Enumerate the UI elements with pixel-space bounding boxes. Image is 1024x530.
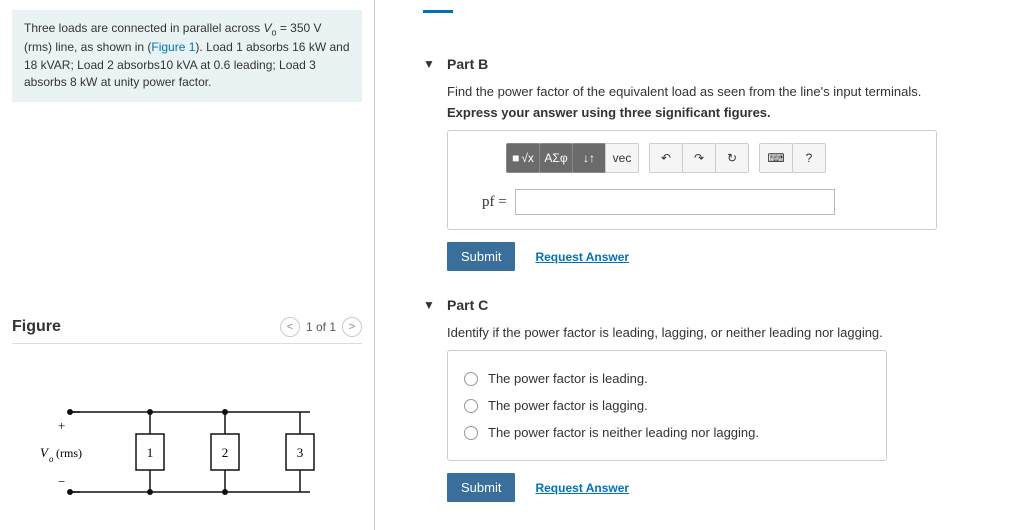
reset-button[interactable]: ↻ bbox=[715, 143, 749, 173]
caret-down-icon: ▼ bbox=[423, 57, 435, 71]
svg-text:+: + bbox=[58, 418, 65, 433]
part-b-title: Part B bbox=[447, 56, 488, 72]
part-c-prompt: Identify if the power factor is leading,… bbox=[447, 325, 1004, 340]
equation-toolbar: ■√x ΑΣφ ↓↑ vec ↶ ↷ ↻ ⌨ ? bbox=[506, 143, 924, 173]
svg-text:o: o bbox=[49, 454, 54, 464]
figure-title: Figure bbox=[12, 318, 61, 336]
figure-header: Figure < 1 of 1 > bbox=[12, 317, 362, 344]
option-neither[interactable]: The power factor is neither leading nor … bbox=[464, 419, 870, 446]
part-b-body: Find the power factor of the equivalent … bbox=[447, 84, 1004, 271]
right-panel: ▼ Part B Find the power factor of the eq… bbox=[375, 0, 1024, 530]
figure-prev-button[interactable]: < bbox=[280, 317, 300, 337]
greek-button[interactable]: ΑΣφ bbox=[539, 143, 573, 173]
part-b-submit-button[interactable]: Submit bbox=[447, 242, 515, 271]
part-c-request-answer-link[interactable]: Request Answer bbox=[535, 481, 629, 495]
part-b-answer-box: ■√x ΑΣφ ↓↑ vec ↶ ↷ ↻ ⌨ ? pf = bbox=[447, 130, 937, 230]
circuit-svg: 1 2 3 + − V o (rms) bbox=[40, 392, 330, 512]
svg-text:3: 3 bbox=[297, 445, 304, 460]
left-panel: Three loads are connected in parallel ac… bbox=[0, 0, 375, 530]
vec-button[interactable]: vec bbox=[605, 143, 639, 173]
part-c-header[interactable]: ▼ Part C bbox=[423, 297, 1004, 313]
templates-button[interactable]: ■√x bbox=[506, 143, 540, 173]
radio-icon[interactable] bbox=[464, 426, 478, 440]
part-b-request-answer-link[interactable]: Request Answer bbox=[535, 250, 629, 264]
pf-input[interactable] bbox=[515, 189, 835, 215]
option-lagging[interactable]: The power factor is lagging. bbox=[464, 392, 870, 419]
part-c-title: Part C bbox=[447, 297, 488, 313]
keyboard-button[interactable]: ⌨ bbox=[759, 143, 793, 173]
svg-text:1: 1 bbox=[147, 445, 154, 460]
svg-text:2: 2 bbox=[222, 445, 229, 460]
problem-statement: Three loads are connected in parallel ac… bbox=[12, 10, 362, 102]
svg-text:−: − bbox=[58, 474, 65, 489]
part-c-body: Identify if the power factor is leading,… bbox=[447, 325, 1004, 502]
figure-next-button[interactable]: > bbox=[342, 317, 362, 337]
redo-button[interactable]: ↷ bbox=[682, 143, 716, 173]
help-button[interactable]: ? bbox=[792, 143, 826, 173]
circuit-diagram: 1 2 3 + − V o (rms) bbox=[40, 392, 362, 515]
part-b-prompt1: Find the power factor of the equivalent … bbox=[447, 84, 1004, 99]
option-label: The power factor is neither leading nor … bbox=[488, 425, 759, 440]
part-c-options-box: The power factor is leading. The power f… bbox=[447, 350, 887, 461]
option-label: The power factor is lagging. bbox=[488, 398, 648, 413]
undo-button[interactable]: ↶ bbox=[649, 143, 683, 173]
answer-label: pf = bbox=[482, 194, 507, 211]
option-label: The power factor is leading. bbox=[488, 371, 648, 386]
part-c-submit-button[interactable]: Submit bbox=[447, 473, 515, 502]
part-b-prompt2: Express your answer using three signific… bbox=[447, 105, 1004, 120]
option-leading[interactable]: The power factor is leading. bbox=[464, 365, 870, 392]
section-marker bbox=[423, 10, 1004, 38]
part-b-header[interactable]: ▼ Part B bbox=[423, 56, 1004, 72]
figure-nav: < 1 of 1 > bbox=[280, 317, 362, 337]
svg-text:(rms): (rms) bbox=[56, 446, 82, 460]
caret-down-icon: ▼ bbox=[423, 298, 435, 312]
radio-icon[interactable] bbox=[464, 399, 478, 413]
radio-icon[interactable] bbox=[464, 372, 478, 386]
figure-counter: 1 of 1 bbox=[306, 320, 336, 334]
arrows-button[interactable]: ↓↑ bbox=[572, 143, 606, 173]
